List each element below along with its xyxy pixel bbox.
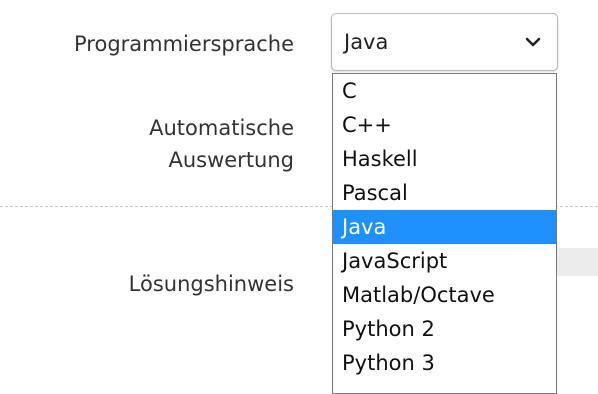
language-option[interactable]: Matlab/Octave — [333, 278, 556, 312]
programming-language-select[interactable]: Java — [331, 13, 558, 71]
language-option[interactable]: C — [333, 74, 556, 108]
exercise-settings-form: Programmiersprache Automatische Auswertu… — [0, 0, 598, 394]
programming-language-label: Programmiersprache — [74, 32, 294, 56]
language-option[interactable]: Haskell — [333, 142, 556, 176]
language-option[interactable]: JavaScript — [333, 244, 556, 278]
language-option[interactable]: Pascal — [333, 176, 556, 210]
automatic-evaluation-label: Automatische Auswertung — [149, 112, 294, 176]
language-option[interactable]: C++ — [333, 108, 556, 142]
language-options-list[interactable]: C C++ Haskell Pascal Java JavaScript Matlab/Oc… — [332, 73, 557, 394]
language-option[interactable]: Java — [333, 210, 556, 244]
automatic-evaluation-label-line1: Automatische — [149, 116, 294, 140]
solution-hint-label: Lösungshinweis — [128, 272, 294, 296]
chevron-down-icon — [525, 37, 541, 47]
automatic-evaluation-label-line2: Auswertung — [168, 148, 294, 172]
selected-language-value: Java — [344, 30, 389, 54]
language-option[interactable]: Python 2 — [333, 312, 556, 346]
language-option[interactable]: Python 3 — [333, 346, 556, 380]
